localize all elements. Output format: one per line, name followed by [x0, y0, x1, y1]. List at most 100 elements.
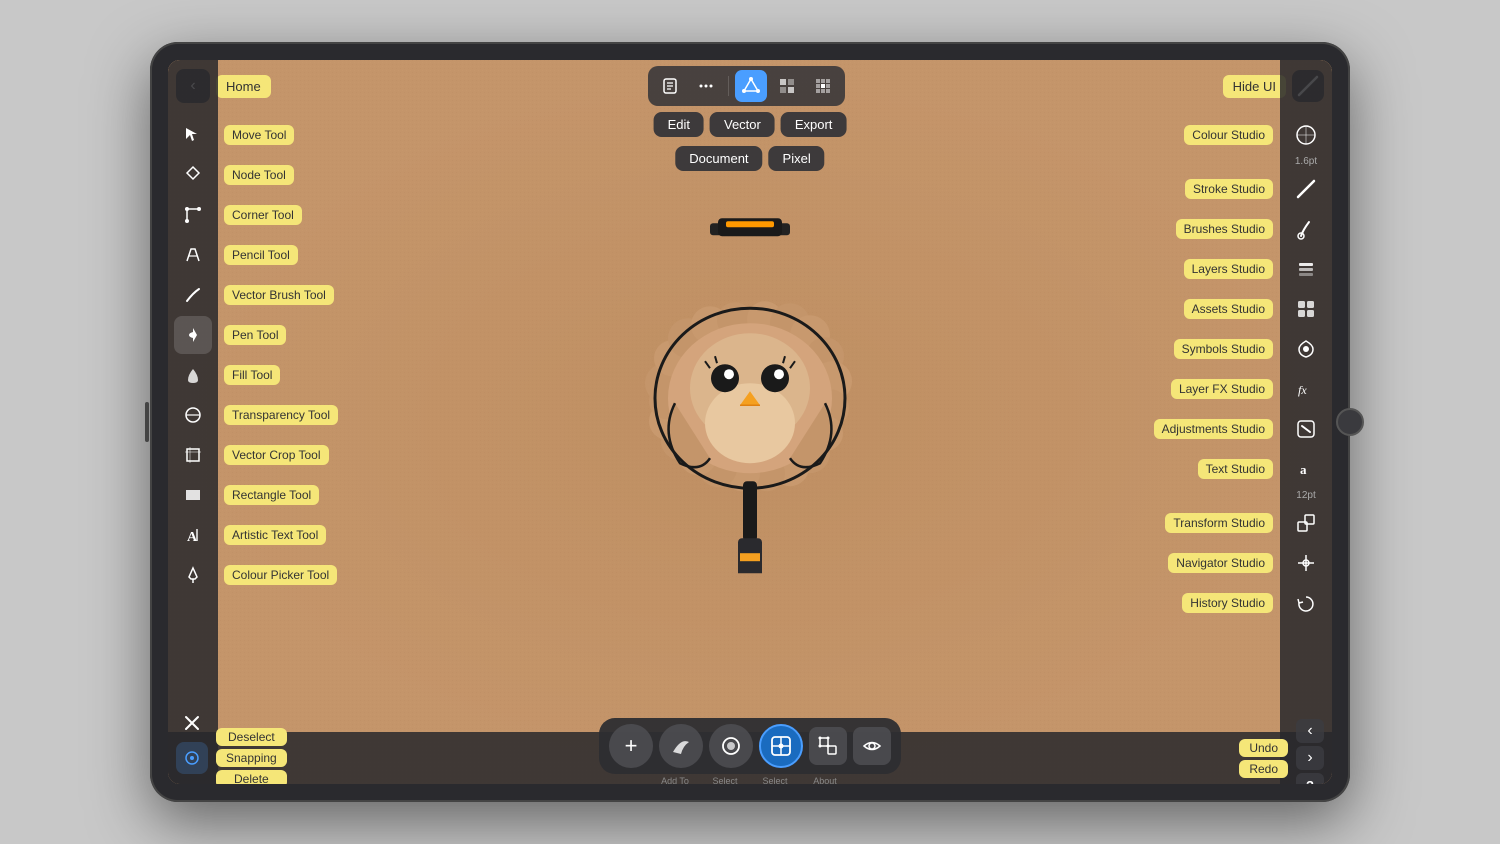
export-menu-item[interactable]: Export	[781, 112, 847, 137]
node-tool-tooltip: Node Tool	[224, 165, 294, 185]
bottom-left-tags: Deselect Snapping Delete	[216, 728, 287, 784]
left-toolbar: Move Tool Node Tool Corner Tool Pencil T…	[168, 60, 218, 784]
pencil-tool-tooltip: Pencil Tool	[224, 245, 298, 265]
edit-menu-item[interactable]: Edit	[654, 112, 704, 137]
bottom-center-area: +	[599, 718, 901, 784]
about-centre-label: About Centre	[803, 776, 847, 784]
colour-picker-tool-tooltip: Colour Picker Tool	[224, 565, 337, 585]
select-inside-label: Select Inside	[753, 776, 797, 784]
home-button[interactable]	[1336, 408, 1364, 436]
pen-tool-btn[interactable]: Pen Tool	[174, 316, 212, 354]
pixel-mode-btn[interactable]	[771, 70, 803, 102]
select-inside-btn[interactable]	[709, 724, 753, 768]
home-button-tag[interactable]: Home	[216, 75, 271, 98]
add-to-selection-label: Add To Selection	[653, 776, 697, 784]
pixel-menu-item[interactable]: Pixel	[769, 146, 825, 171]
right-sidebar: Colour Studio 1.6pt Stroke Studio Brushe…	[1280, 60, 1332, 784]
help-btn[interactable]: ?	[1296, 773, 1324, 784]
move-tool-btn[interactable]: Move Tool	[174, 116, 212, 154]
layer-fx-studio-tooltip: Layer FX Studio	[1171, 379, 1273, 399]
more-btn[interactable]	[690, 70, 722, 102]
redo-btn[interactable]: Redo	[1239, 760, 1288, 778]
transform-studio-tooltip: Transform Studio	[1165, 513, 1273, 533]
right-nav-buttons: ‹ › ?	[1296, 719, 1324, 784]
transform-studio-icon-btn[interactable]: Transform Studio	[1287, 504, 1325, 542]
stroke-value-display: 1.6pt	[1295, 156, 1317, 168]
ipad-frame: ‹ Home	[150, 42, 1350, 802]
deselect-btn[interactable]: Deselect	[216, 728, 287, 746]
colour-studio-tooltip: Colour Studio	[1184, 125, 1273, 145]
svg-text:a: a	[1300, 462, 1307, 477]
delete-btn[interactable]: Delete	[216, 770, 287, 784]
history-studio-tooltip: History Studio	[1182, 593, 1273, 613]
snapping-btn[interactable]: Snapping	[216, 749, 287, 767]
stroke-studio-icon-btn[interactable]: Stroke Studio	[1287, 170, 1325, 208]
transform-mode-btn[interactable]	[809, 727, 847, 765]
vector-crop-tool-tooltip: Vector Crop Tool	[224, 445, 329, 465]
fill-tool-tooltip: Fill Tool	[224, 365, 280, 385]
toolbar-separator	[728, 76, 729, 96]
colour-picker-tool-btn[interactable]: Colour Picker Tool	[174, 556, 212, 594]
move-tool-tooltip: Move Tool	[224, 125, 294, 145]
document-icon-btn[interactable]	[654, 70, 686, 102]
rectangle-tool-tooltip: Rectangle Tool	[224, 485, 319, 505]
bottom-left-area: Deselect Snapping Delete	[176, 707, 287, 784]
pen-tool-tooltip: Pen Tool	[224, 325, 286, 345]
bottom-left-icons	[176, 707, 208, 784]
symbols-studio-icon-btn[interactable]: Symbols Studio	[1287, 330, 1325, 368]
adjustments-studio-tooltip: Adjustments Studio	[1154, 419, 1273, 439]
brushes-studio-icon-btn[interactable]: Brushes Studio	[1287, 210, 1325, 248]
stroke-studio-tooltip: Stroke Studio	[1185, 179, 1273, 199]
top-center-toolbar	[648, 66, 845, 106]
next-btn[interactable]: ›	[1296, 746, 1324, 770]
corner-tool-tooltip: Corner Tool	[224, 205, 302, 225]
prev-btn[interactable]: ‹	[1296, 719, 1324, 743]
add-to-selection-btn[interactable]: +	[609, 724, 653, 768]
visibility-toggle-btn[interactable]	[853, 727, 891, 765]
artistic-text-tool-tooltip: Artistic Text Tool	[224, 525, 326, 545]
pencil-tool-btn[interactable]: Pencil Tool	[174, 236, 212, 274]
layer-fx-studio-icon-btn[interactable]: fx Layer FX Studio	[1287, 370, 1325, 408]
hide-ui-button[interactable]: Hide UI	[1223, 75, 1286, 98]
bottom-right-area: Undo Redo ‹ › ?	[1239, 719, 1324, 784]
colour-studio-icon-btn[interactable]: Colour Studio	[1287, 116, 1325, 154]
center-toolbar-labels: Add To Selection Select Under Select Ins…	[643, 774, 857, 784]
owl-illustration	[610, 213, 890, 573]
close-selection-btn[interactable]	[176, 707, 208, 739]
bottom-toolbar: Deselect Snapping Delete +	[168, 732, 1332, 784]
text-studio-icon-btn[interactable]: a Text Studio	[1287, 450, 1325, 488]
rectangle-tool-btn[interactable]: Rectangle Tool	[174, 476, 212, 514]
selection-toolbar: +	[599, 718, 901, 774]
export-mode-btn[interactable]	[807, 70, 839, 102]
fill-tool-btn[interactable]: Fill Tool	[174, 356, 212, 394]
history-studio-icon-btn[interactable]: History Studio	[1287, 584, 1325, 622]
vector-mode-btn[interactable]	[735, 70, 767, 102]
document-menu-item[interactable]: Document	[675, 146, 762, 171]
text-size-display: 12pt	[1296, 490, 1315, 502]
transparency-tool-btn[interactable]: Transparency Tool	[174, 396, 212, 434]
sub-menu-row2: Document Pixel	[675, 146, 824, 171]
corner-tool-btn[interactable]: Corner Tool	[174, 196, 212, 234]
vector-crop-tool-btn[interactable]: Vector Crop Tool	[174, 436, 212, 474]
node-tool-btn[interactable]: Node Tool	[174, 156, 212, 194]
trash-btn[interactable]	[176, 777, 208, 784]
vector-menu-item[interactable]: Vector	[710, 112, 775, 137]
artistic-text-tool-btn[interactable]: A Artistic Text Tool	[174, 516, 212, 554]
snapping-mode-btn[interactable]	[176, 742, 208, 774]
ipad-screen: ‹ Home	[168, 60, 1332, 784]
layers-studio-icon-btn[interactable]: Layers Studio	[1287, 250, 1325, 288]
assets-studio-tooltip: Assets Studio	[1184, 299, 1273, 319]
undo-btn[interactable]: Undo	[1239, 739, 1288, 757]
volume-button	[145, 402, 149, 442]
transparency-tool-tooltip: Transparency Tool	[224, 405, 338, 425]
layers-studio-tooltip: Layers Studio	[1184, 259, 1273, 279]
assets-studio-icon-btn[interactable]: Assets Studio	[1287, 290, 1325, 328]
about-centre-btn[interactable]	[759, 724, 803, 768]
brushes-studio-tooltip: Brushes Studio	[1176, 219, 1273, 239]
undo-redo-tags: Undo Redo	[1239, 739, 1288, 778]
navigator-studio-tooltip: Navigator Studio	[1168, 553, 1273, 573]
vector-brush-tool-btn[interactable]: Vector Brush Tool	[174, 276, 212, 314]
adjustments-studio-icon-btn[interactable]: Adjustments Studio	[1287, 410, 1325, 448]
navigator-studio-icon-btn[interactable]: Navigator Studio	[1287, 544, 1325, 582]
select-under-btn[interactable]	[659, 724, 703, 768]
